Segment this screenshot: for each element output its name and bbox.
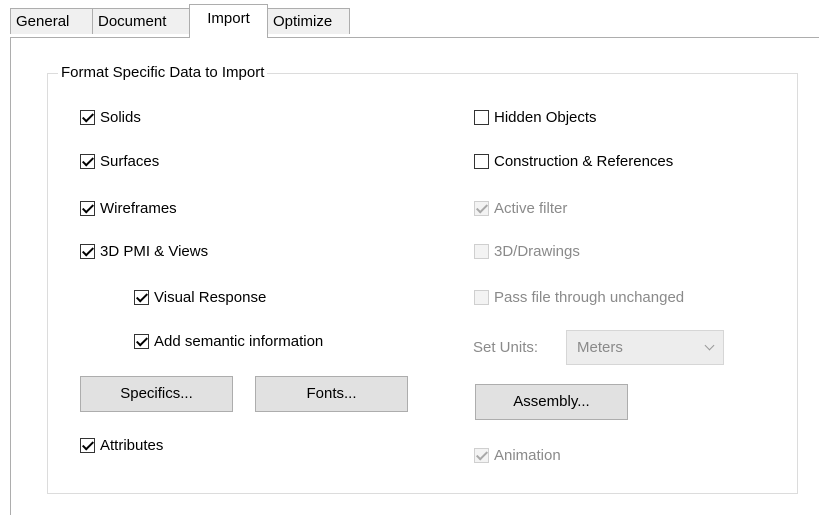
solids-checkbox-box[interactable] [80,109,95,125]
pmi-views-label: 3D PMI & Views [100,242,209,260]
hidden-objects-checkbox-box[interactable] [474,109,489,125]
visual-response-label: Visual Response [154,288,267,306]
pmi-views-checkbox-box[interactable] [80,243,95,259]
pass-through-checkbox[interactable]: Pass file through unchanged [474,286,684,308]
visual-response-checkbox[interactable]: Visual Response [134,286,266,308]
animation-checkbox-box[interactable] [474,447,489,463]
surfaces-checkbox-box[interactable] [80,153,95,169]
construction-refs-label: Construction & References [494,152,674,170]
animation-label: Animation [494,446,561,464]
animation-checkbox[interactable]: Animation [474,444,561,466]
solids-checkbox[interactable]: Solids [80,106,141,128]
tab-import[interactable]: Import [189,4,268,38]
hidden-objects-label: Hidden Objects [494,108,597,126]
tab-general[interactable]: General [10,8,93,34]
tab-optimize[interactable]: Optimize [267,8,350,34]
attributes-checkbox-box[interactable] [80,437,95,453]
group-title: Format Specific Data to Import [58,64,268,82]
wireframes-checkbox-box[interactable] [80,200,95,216]
specifics-button[interactable]: Specifics... [80,376,233,412]
assembly-button[interactable]: Assembly... [475,384,628,420]
semantic-info-label: Add semantic information [154,332,324,350]
construction-refs-checkbox-box[interactable] [474,153,489,169]
attributes-label: Attributes [100,436,164,454]
hidden-objects-checkbox[interactable]: Hidden Objects [474,106,597,128]
tab-document[interactable]: Document [92,8,190,34]
active-filter-checkbox-box[interactable] [474,200,489,216]
wireframes-checkbox[interactable]: Wireframes [80,197,177,219]
semantic-info-checkbox[interactable]: Add semantic information [134,330,323,352]
surfaces-label: Surfaces [100,152,160,170]
pass-through-label: Pass file through unchanged [494,288,685,306]
attributes-checkbox[interactable]: Attributes [80,434,163,456]
drawings-3d-label: 3D/Drawings [494,242,580,260]
chevron-down-icon [704,340,715,351]
tab-strip-divider [10,37,819,38]
units-select-value: Meters [577,339,623,356]
construction-refs-checkbox[interactable]: Construction & References [474,150,673,172]
visual-response-checkbox-box[interactable] [134,289,149,305]
drawings-3d-checkbox[interactable]: 3D/Drawings [474,240,580,262]
set-units-label: Set Units: [473,339,539,356]
active-filter-checkbox[interactable]: Active filter [474,197,567,219]
semantic-info-checkbox-box[interactable] [134,333,149,349]
wireframes-label: Wireframes [100,199,177,217]
pmi-views-checkbox[interactable]: 3D PMI & Views [80,240,208,262]
format-data-group [47,73,798,494]
fonts-button[interactable]: Fonts... [255,376,408,412]
active-filter-label: Active filter [494,199,568,217]
units-select[interactable]: Meters [566,330,724,365]
panel-border [10,37,11,515]
surfaces-checkbox[interactable]: Surfaces [80,150,159,172]
pass-through-checkbox-box[interactable] [474,289,489,305]
drawings-3d-checkbox-box[interactable] [474,243,489,259]
solids-label: Solids [100,108,141,126]
